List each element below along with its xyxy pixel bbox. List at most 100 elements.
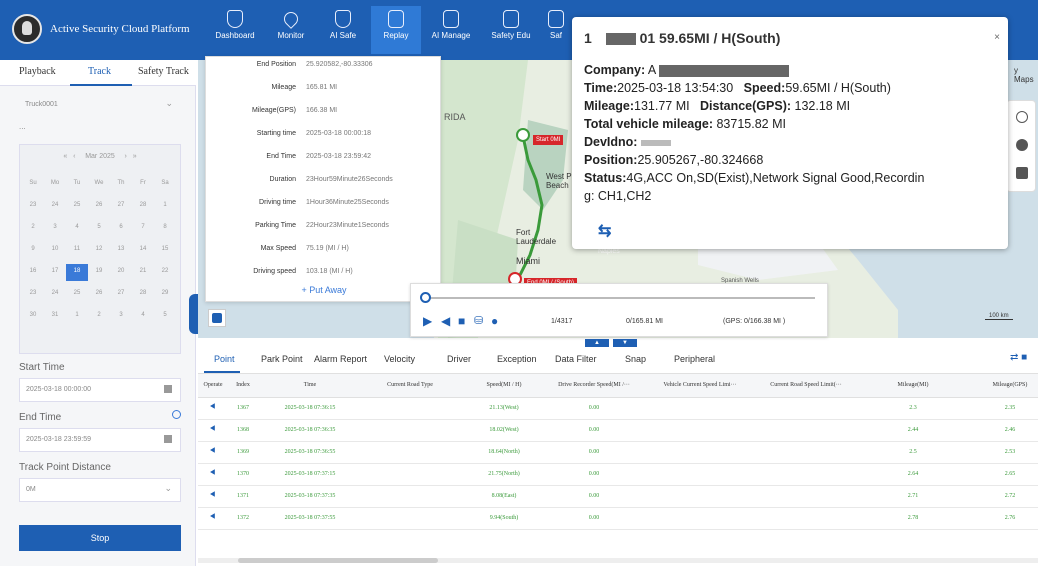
calendar-day[interactable]: 24: [44, 286, 66, 303]
locate-icon[interactable]: ⯇: [206, 402, 220, 413]
calendar-day[interactable]: 26: [88, 286, 110, 303]
playback-slider-handle[interactable]: [420, 292, 431, 303]
tab-velocity[interactable]: Velocity: [384, 354, 415, 364]
nav-dashboard[interactable]: Dashboard: [210, 6, 260, 54]
start-marker-icon[interactable]: [516, 128, 530, 142]
calendar-day[interactable]: 16: [22, 264, 44, 281]
nav-monitor[interactable]: Monitor: [266, 6, 316, 54]
locate-icon[interactable]: ⯇: [206, 446, 220, 457]
close-icon[interactable]: ×: [994, 32, 1000, 43]
prev-month-button[interactable]: ‹: [73, 153, 75, 160]
play-icon[interactable]: ▶: [423, 315, 432, 327]
calendar-day[interactable]: 4: [66, 220, 88, 237]
calendar-day[interactable]: 25: [66, 286, 88, 303]
calendar-day[interactable]: 20: [110, 264, 132, 281]
calendar-day[interactable]: 3: [110, 308, 132, 325]
tab-playback[interactable]: Playback: [19, 66, 56, 77]
calendar-day[interactable]: 27: [110, 286, 132, 303]
calendar-day[interactable]: 2: [88, 308, 110, 325]
calendar-day[interactable]: 29: [154, 286, 176, 303]
map-type-button[interactable]: y Maps: [1014, 66, 1038, 84]
nav-ai-safe[interactable]: AI Safe: [318, 6, 368, 54]
calendar-day[interactable]: 31: [44, 308, 66, 325]
calendar-day[interactable]: 2: [22, 220, 44, 237]
calendar-day[interactable]: 6: [110, 220, 132, 237]
locate-icon[interactable]: ⯇: [206, 468, 220, 479]
next-year-button[interactable]: »: [133, 153, 137, 160]
nav-safety-edu[interactable]: Safety Edu: [486, 6, 536, 54]
info-icon[interactable]: ●: [491, 315, 498, 327]
stop-icon[interactable]: ■: [458, 315, 465, 327]
collapse-panel-handle[interactable]: [189, 294, 198, 334]
calendar-day[interactable]: 27: [110, 198, 132, 215]
calendar-day[interactable]: 1: [154, 198, 176, 215]
calendar-day[interactable]: 30: [22, 308, 44, 325]
locate-icon[interactable]: ⯇: [206, 512, 220, 523]
traffic-icon[interactable]: [1016, 111, 1028, 123]
calendar-day[interactable]: 8: [154, 220, 176, 237]
table-row[interactable]: ⯇ 1372 2025-03-18 07:37:55 9.94(South) 0.00 2…: [198, 508, 1038, 530]
calendar-day[interactable]: 23: [22, 286, 44, 303]
route-icon[interactable]: ⇆: [598, 221, 611, 241]
calendar-day[interactable]: 28: [132, 198, 154, 215]
nav-safety-report[interactable]: Saf: [541, 6, 571, 54]
calendar-day[interactable]: 23: [22, 198, 44, 215]
calendar-day[interactable]: 1: [66, 308, 88, 325]
table-row[interactable]: ⯇ 1370 2025-03-18 07:37:15 21.75(North) 0.00…: [198, 464, 1038, 486]
table-scrollbar-thumb[interactable]: [238, 558, 438, 563]
calendar-day[interactable]: 13: [110, 242, 132, 259]
tab-exception[interactable]: Exception: [497, 354, 537, 364]
calendar-day[interactable]: 12: [88, 242, 110, 259]
vehicle-select[interactable]: Truck0001 ⌄: [19, 94, 181, 118]
calendar-day[interactable]: 26: [88, 198, 110, 215]
distance-select[interactable]: 0M ⌄: [19, 478, 181, 502]
calendar-day[interactable]: 28: [132, 286, 154, 303]
calendar-day[interactable]: 22: [154, 264, 176, 281]
calendar-day[interactable]: 9: [22, 242, 44, 259]
table-row[interactable]: ⯇ 1368 2025-03-18 07:36:35 18.02(West) 0.00 2…: [198, 420, 1038, 442]
tab-safety-track[interactable]: Safety Track: [138, 66, 189, 77]
table-row[interactable]: ⯇ 1367 2025-03-18 07:36:15 21.13(West) 0.00 2…: [198, 398, 1038, 420]
calendar-day[interactable]: 5: [154, 308, 176, 325]
save-icon[interactable]: ⛁: [474, 315, 483, 327]
locate-icon[interactable]: ⯇: [206, 490, 220, 501]
calendar-day[interactable]: 19: [88, 264, 110, 281]
layers-icon[interactable]: [1016, 167, 1028, 179]
tab-driver[interactable]: Driver: [447, 354, 471, 364]
rewind-icon[interactable]: ◀: [441, 315, 450, 327]
nav-replay[interactable]: Replay: [371, 6, 421, 54]
clock-icon[interactable]: [172, 410, 181, 419]
calendar-day[interactable]: 11: [66, 242, 88, 259]
globe-icon[interactable]: [1016, 139, 1028, 151]
stop-button[interactable]: Stop: [19, 525, 181, 551]
calendar-day[interactable]: 4: [132, 308, 154, 325]
calendar-day[interactable]: 24: [44, 198, 66, 215]
table-scrollbar[interactable]: [198, 558, 1038, 563]
start-time-input[interactable]: 2025-03-18 00:00:00: [19, 378, 181, 402]
tab-track[interactable]: Track: [88, 66, 111, 77]
refresh-icon[interactable]: ⇄: [1010, 352, 1018, 363]
tab-alarm-report[interactable]: Alarm Report: [314, 354, 367, 364]
tab-point[interactable]: Point: [214, 354, 235, 364]
calendar-day[interactable]: 21: [132, 264, 154, 281]
calendar-day[interactable]: 3: [44, 220, 66, 237]
calendar-day[interactable]: 7: [132, 220, 154, 237]
nav-ai-manage[interactable]: AI Manage: [426, 6, 476, 54]
calendar-day[interactable]: 14: [132, 242, 154, 259]
playback-slider[interactable]: [425, 297, 815, 299]
calendar-day[interactable]: 15: [154, 242, 176, 259]
calendar-day[interactable]: 10: [44, 242, 66, 259]
calendar-day[interactable]: 17: [44, 264, 66, 281]
put-away-button[interactable]: + Put Away: [206, 285, 442, 295]
tab-park-point[interactable]: Park Point: [261, 354, 303, 364]
calendar-day[interactable]: 18: [66, 264, 88, 281]
locate-icon[interactable]: ⯇: [206, 424, 220, 435]
table-row[interactable]: ⯇ 1369 2025-03-18 07:36:55 18.64(North) 0.00…: [198, 442, 1038, 464]
map-layer-button[interactable]: [208, 309, 226, 327]
end-time-input[interactable]: 2025-03-18 23:59:59: [19, 428, 181, 452]
tab-snap[interactable]: Snap: [625, 354, 646, 364]
next-month-button[interactable]: ›: [125, 153, 127, 160]
calendar-day[interactable]: 5: [88, 220, 110, 237]
export-icon[interactable]: ■: [1021, 352, 1027, 363]
calendar-day[interactable]: 25: [66, 198, 88, 215]
